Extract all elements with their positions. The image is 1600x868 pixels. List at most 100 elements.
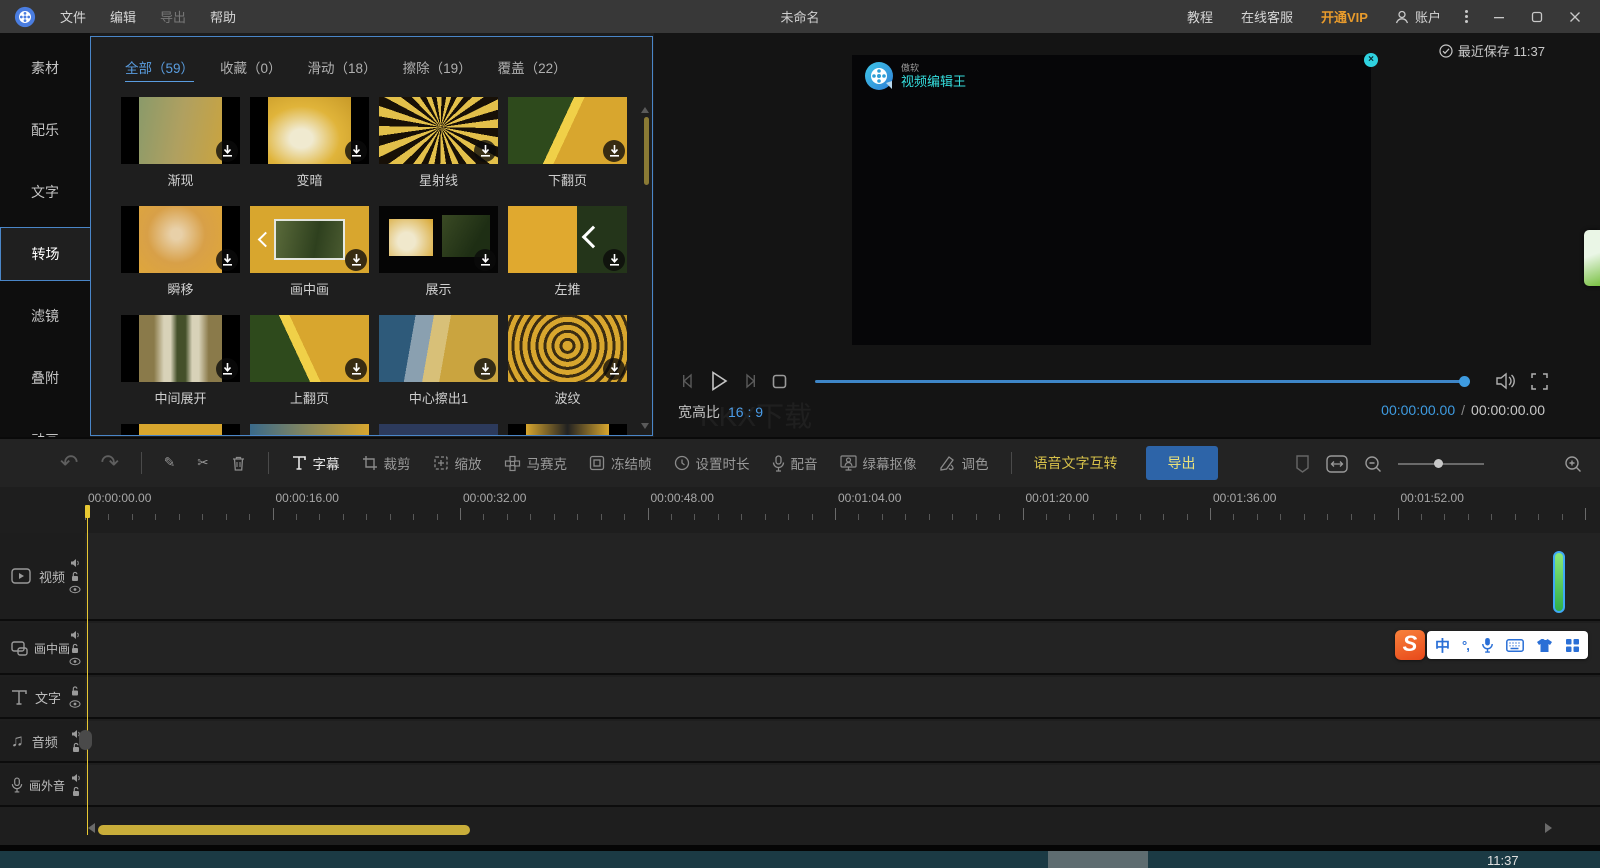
speaker-icon[interactable]	[70, 558, 80, 568]
green-screen-tool[interactable]: 绿幕抠像	[840, 453, 917, 473]
crop-tool[interactable]: 裁剪	[362, 453, 411, 473]
tutorial-link[interactable]: 教程	[1175, 7, 1225, 26]
transition-item[interactable]: 展示	[379, 206, 498, 298]
edit-pencil-button[interactable]: ✎	[164, 455, 175, 471]
subtitle-tool[interactable]: 字幕	[291, 453, 340, 473]
download-icon[interactable]	[603, 140, 625, 162]
menu-help[interactable]: 帮助	[198, 7, 248, 26]
dubbing-tool[interactable]: 配音	[772, 453, 818, 473]
transition-item[interactable]: 星射线	[379, 97, 498, 189]
support-link[interactable]: 在线客服	[1229, 7, 1305, 26]
previous-frame-button[interactable]	[680, 373, 696, 389]
download-icon[interactable]	[216, 249, 238, 271]
seek-bar[interactable]	[815, 380, 1468, 383]
hscroll-left-arrow[interactable]	[88, 823, 95, 833]
menu-edit[interactable]: 编辑	[98, 7, 148, 26]
transition-item[interactable]: 渐现	[121, 97, 240, 189]
undo-button[interactable]: ↶	[60, 450, 78, 476]
sidebar-item[interactable]: 转场	[0, 227, 90, 281]
transition-item[interactable]: 上翻页	[250, 315, 369, 407]
timeline-ruler[interactable]: 00:00:00.0000:00:16.0000:00:32.0000:00:4…	[85, 487, 1600, 520]
redo-button[interactable]: ↷	[100, 450, 118, 476]
track-head-pip[interactable]: 画中画	[0, 623, 85, 673]
transition-item[interactable]	[250, 424, 369, 435]
transition-item[interactable]: 变暗	[250, 97, 369, 189]
transition-tab[interactable]: 收藏（0）	[220, 57, 282, 82]
download-icon[interactable]	[345, 249, 367, 271]
sidebar-item[interactable]: 文字	[0, 165, 90, 219]
sogou-logo-icon[interactable]: S	[1395, 630, 1425, 660]
timeline-zoom-knob[interactable]	[1434, 459, 1443, 468]
download-icon[interactable]	[345, 140, 367, 162]
close-button[interactable]	[1558, 0, 1592, 33]
volume-icon[interactable]	[1495, 372, 1515, 390]
track-vertical-scrollbar[interactable]	[1553, 551, 1565, 613]
playhead-line[interactable]	[87, 518, 88, 835]
timeline-zoom-slider[interactable]	[1398, 463, 1484, 465]
maximize-button[interactable]	[1520, 0, 1554, 33]
next-frame-button[interactable]	[742, 373, 758, 389]
eye-icon[interactable]	[69, 700, 81, 709]
ime-mode-toggle[interactable]: 中	[1435, 635, 1450, 656]
transition-tab[interactable]: 滑动（18）	[308, 57, 377, 82]
split-scissors-button[interactable]: ✂	[197, 455, 208, 471]
speech-text-convert-button[interactable]: 语音文字互转	[1034, 453, 1118, 473]
panel-scrollbar[interactable]	[644, 117, 649, 185]
account-button[interactable]: 账户	[1384, 7, 1451, 26]
eye-icon[interactable]	[69, 585, 81, 594]
track-head-voiceover[interactable]: 画外音	[0, 765, 85, 805]
zoom-in-icon[interactable]	[1564, 455, 1582, 473]
video-track-lane[interactable]	[85, 533, 1600, 619]
transition-item[interactable]: 波纹	[508, 315, 627, 407]
transition-tab[interactable]: 全部（59）	[125, 57, 194, 82]
watermark-close-icon[interactable]: ×	[1364, 53, 1378, 67]
text-track-lane[interactable]	[85, 677, 1600, 717]
transition-item[interactable]	[121, 424, 240, 435]
download-icon[interactable]	[216, 358, 238, 380]
pip-track-lane[interactable]	[85, 623, 1600, 673]
track-panel-drag-handle[interactable]	[79, 730, 92, 750]
marker-icon[interactable]	[1295, 455, 1310, 473]
transition-item[interactable]: 画中画	[250, 206, 369, 298]
timeline-horizontal-scrollbar[interactable]	[98, 825, 470, 835]
fullscreen-icon[interactable]	[1531, 373, 1548, 390]
zoom-tool[interactable]: 缩放	[433, 453, 482, 473]
lock-icon[interactable]	[70, 643, 80, 654]
download-icon[interactable]	[345, 358, 367, 380]
hscroll-right-arrow[interactable]	[1545, 823, 1552, 833]
delete-button[interactable]	[231, 455, 246, 472]
minimize-button[interactable]	[1482, 0, 1516, 33]
download-icon[interactable]	[474, 249, 496, 271]
sidebar-item[interactable]: 素材	[0, 41, 90, 95]
download-icon[interactable]	[474, 358, 496, 380]
toolbox-icon[interactable]	[1565, 638, 1580, 653]
lock-icon[interactable]	[70, 571, 80, 582]
transition-item[interactable]	[379, 424, 498, 435]
eye-icon[interactable]	[69, 657, 81, 666]
playhead-handle[interactable]	[85, 505, 90, 518]
voiceover-track-lane[interactable]	[85, 765, 1600, 805]
transition-item[interactable]: 下翻页	[508, 97, 627, 189]
freeze-frame-tool[interactable]: 冻结帧	[589, 453, 652, 473]
play-button[interactable]	[710, 371, 728, 391]
track-head-text[interactable]: 文字	[0, 677, 85, 717]
seek-knob[interactable]	[1459, 376, 1470, 387]
stop-button[interactable]	[772, 374, 787, 389]
more-menu-icon[interactable]	[1455, 10, 1478, 23]
speaker-icon[interactable]	[71, 773, 81, 783]
download-icon[interactable]	[603, 249, 625, 271]
transition-item[interactable]	[508, 424, 627, 435]
lock-icon[interactable]	[71, 786, 81, 797]
ime-punctuation-toggle[interactable]: °,	[1462, 638, 1469, 653]
skin-icon[interactable]	[1536, 638, 1553, 653]
zoom-out-icon[interactable]	[1364, 455, 1382, 473]
set-duration-tool[interactable]: 设置时长	[674, 453, 750, 473]
sidebar-item[interactable]: 配乐	[0, 103, 90, 157]
keyboard-icon[interactable]	[1506, 639, 1524, 652]
menu-file[interactable]: 文件	[48, 7, 98, 26]
transition-item[interactable]: 中间展开	[121, 315, 240, 407]
download-icon[interactable]	[603, 358, 625, 380]
vip-link[interactable]: 开通VIP	[1309, 7, 1380, 26]
transition-item[interactable]: 中心擦出1	[379, 315, 498, 407]
menu-export[interactable]: 导出	[148, 7, 198, 26]
